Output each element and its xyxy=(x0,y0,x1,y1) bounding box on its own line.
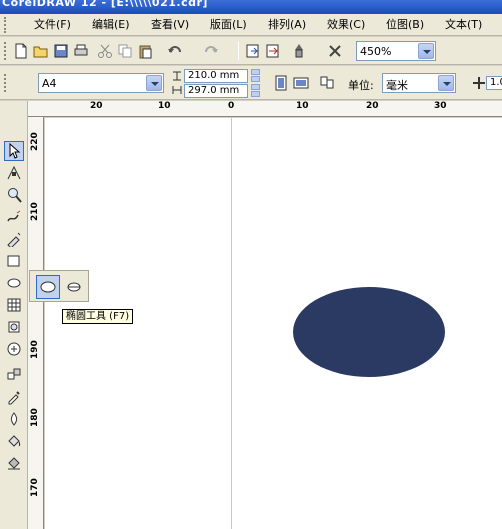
chevron-down-icon[interactable] xyxy=(146,75,162,91)
unit-label: 单位: xyxy=(348,79,374,92)
new-document-icon[interactable] xyxy=(12,42,30,60)
ruler-tick-label: 0 xyxy=(228,101,235,111)
copy-icon[interactable] xyxy=(116,42,134,60)
title-bar: CorelDRAW 12 - [E:\\\\\021.cdr] xyxy=(0,0,502,14)
vertical-ruler[interactable]: 220 210 200 190 180 170 xyxy=(28,117,44,529)
height-icon xyxy=(172,84,182,96)
page-height-field[interactable]: 297.0 mm xyxy=(184,84,248,98)
undo-icon[interactable] xyxy=(166,42,184,60)
property-bar: A4 210.0 mm 297.0 mm 单位: 毫米 1.0 xyxy=(0,66,502,100)
menu-grip[interactable] xyxy=(4,17,8,33)
ellipse-tool-flyout xyxy=(29,270,89,302)
ellipse-tool-icon[interactable] xyxy=(4,273,24,293)
pick-tool-icon[interactable] xyxy=(4,141,24,161)
toolbox xyxy=(0,101,28,529)
menu-edit[interactable]: 编辑(E) xyxy=(92,17,130,33)
ruler-tick-label: 10 xyxy=(296,101,309,111)
window-title: CorelDRAW 12 - [E:\\\\\021.cdr] xyxy=(2,0,208,9)
page-size-select[interactable]: A4 xyxy=(38,73,164,93)
tooltip: 椭圆工具 (F7) xyxy=(62,309,134,324)
width-up-icon[interactable] xyxy=(251,69,260,75)
ellipse-shape[interactable] xyxy=(291,286,447,382)
menu-bar: 文件(F) 编辑(E) 查看(V) 版面(L) 排列(A) 效果(C) 位图(B… xyxy=(0,14,502,36)
save-icon[interactable] xyxy=(52,42,70,60)
page-border-guide xyxy=(231,118,232,529)
ruler-tick-label: 170 xyxy=(30,478,40,497)
open-folder-icon[interactable] xyxy=(32,42,50,60)
cut-icon[interactable] xyxy=(96,42,114,60)
unit-value: 毫米 xyxy=(386,79,408,92)
horizontal-ruler[interactable]: 20 10 0 10 20 30 xyxy=(28,101,502,117)
corel-online-icon[interactable] xyxy=(326,42,344,60)
print-icon[interactable] xyxy=(72,42,90,60)
page-size-value: A4 xyxy=(42,77,57,90)
menu-bitmaps[interactable]: 位图(B) xyxy=(386,17,424,33)
menu-effects[interactable]: 效果(C) xyxy=(327,17,365,33)
menu-text[interactable]: 文本(T) xyxy=(445,17,482,33)
ruler-tick-label: 190 xyxy=(30,340,40,359)
width-icon xyxy=(172,70,182,82)
application-launcher-icon[interactable] xyxy=(290,42,308,60)
basic-shapes-tool-icon[interactable] xyxy=(4,317,24,337)
zoom-level-select[interactable]: 450% xyxy=(356,41,436,61)
nudge-offset-value: 1.0 xyxy=(490,77,502,88)
interactive-fill-tool-icon[interactable] xyxy=(4,453,24,473)
shape-tool-icon[interactable] xyxy=(4,163,24,183)
width-down-icon[interactable] xyxy=(251,76,260,82)
import-icon[interactable] xyxy=(244,42,262,60)
redo-icon[interactable] xyxy=(202,42,220,60)
smart-fill-tool-icon[interactable] xyxy=(4,229,24,249)
standard-toolbar: 450% xyxy=(0,37,502,65)
page-layout-icon[interactable] xyxy=(318,74,336,92)
nudge-offset-field[interactable]: 1.0 xyxy=(486,76,502,90)
ruler-tick-label: 180 xyxy=(30,408,40,427)
page-width-value: 210.0 mm xyxy=(188,70,240,81)
fill-tool-icon[interactable] xyxy=(4,431,24,451)
rectangle-tool-icon[interactable] xyxy=(4,251,24,271)
three-point-ellipse-icon[interactable] xyxy=(62,275,86,299)
toolbar-separator xyxy=(238,42,239,60)
chevron-down-icon[interactable] xyxy=(438,75,454,91)
ruler-tick-label: 20 xyxy=(90,101,103,111)
ruler-tick-label: 210 xyxy=(30,202,40,221)
paste-icon[interactable] xyxy=(136,42,154,60)
toolbar-grip[interactable] xyxy=(4,42,8,60)
menu-layout[interactable]: 版面(L) xyxy=(210,17,247,33)
propbar-grip[interactable] xyxy=(4,74,8,92)
ruler-tick-label: 30 xyxy=(434,101,447,111)
menu-view[interactable]: 查看(V) xyxy=(151,17,189,33)
interactive-blend-tool-icon[interactable] xyxy=(4,365,24,385)
export-icon[interactable] xyxy=(264,42,282,60)
text-tool-icon[interactable] xyxy=(4,339,24,359)
menu-file[interactable]: 文件(F) xyxy=(34,17,71,33)
ruler-tick-label: 220 xyxy=(30,132,40,151)
zoom-level-value: 450% xyxy=(360,45,392,58)
page-width-field[interactable]: 210.0 mm xyxy=(184,69,248,83)
height-down-icon[interactable] xyxy=(251,91,260,97)
ruler-tick-label: 10 xyxy=(158,101,171,111)
polygon-tool-icon[interactable] xyxy=(4,295,24,315)
outline-tool-icon[interactable] xyxy=(4,409,24,429)
height-up-icon[interactable] xyxy=(251,84,260,90)
ellipse-icon[interactable] xyxy=(36,275,60,299)
page-height-value: 297.0 mm xyxy=(188,85,240,96)
chevron-down-icon[interactable] xyxy=(418,43,434,59)
eyedropper-tool-icon[interactable] xyxy=(4,387,24,407)
freehand-tool-icon[interactable] xyxy=(4,207,24,227)
menu-arrange[interactable]: 排列(A) xyxy=(268,17,306,33)
portrait-icon[interactable] xyxy=(272,74,290,92)
ruler-tick-label: 20 xyxy=(366,101,379,111)
zoom-tool-icon[interactable] xyxy=(4,185,24,205)
landscape-icon[interactable] xyxy=(292,74,310,92)
unit-select[interactable]: 毫米 xyxy=(382,73,456,93)
